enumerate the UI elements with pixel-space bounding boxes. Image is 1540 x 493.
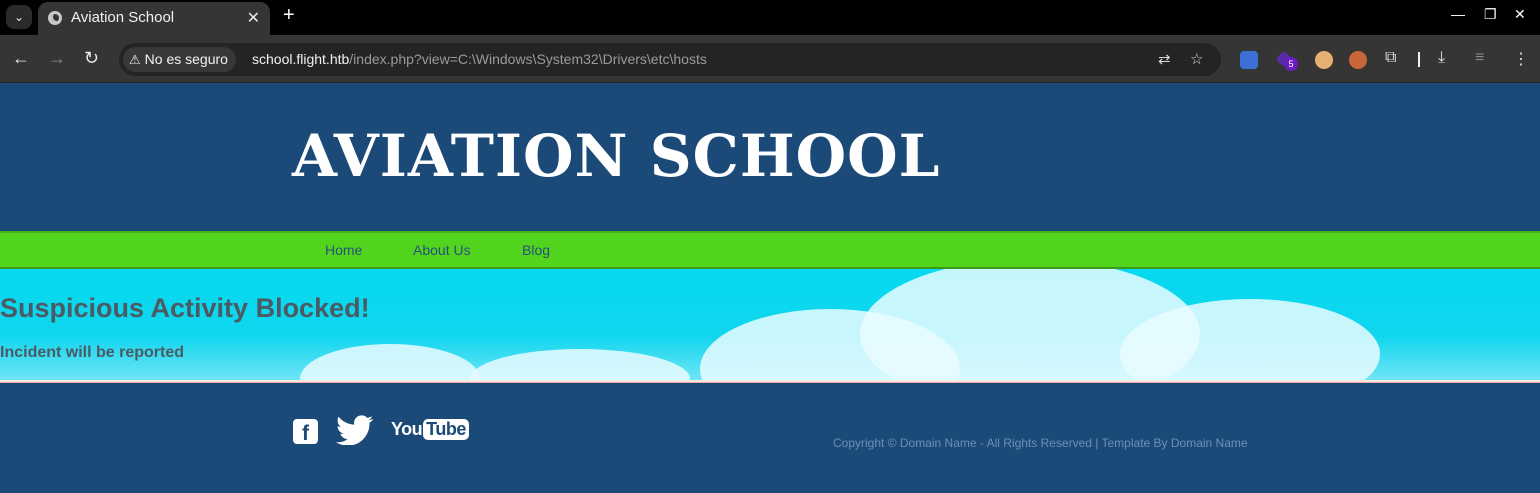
translate-icon[interactable]: ⇄: [1158, 50, 1171, 68]
minimize-icon[interactable]: —: [1451, 6, 1465, 22]
web-page: AVIATION SCHOOL Home About Us Blog Suspi…: [0, 84, 1540, 493]
download-icon[interactable]: ⤓: [1438, 49, 1445, 67]
url-text[interactable]: school.flight.htb/index.php?view=C:\Wind…: [252, 51, 707, 67]
security-label: No es seguro: [144, 51, 228, 67]
tab-title: Aviation School: [71, 9, 175, 26]
tab-strip: ⌄ Aviation School ✕ + — ❐ ✕: [0, 0, 1540, 35]
site-footer: f You Tube Copyright © Domain Name - All …: [0, 383, 1540, 493]
main-nav: Home About Us Blog: [0, 231, 1540, 269]
warning-icon: ⚠: [129, 52, 141, 67]
cloud: [300, 344, 480, 380]
close-window-icon[interactable]: ✕: [1514, 6, 1526, 23]
cloud: [470, 349, 690, 380]
tab-search-button[interactable]: ⌄: [6, 5, 32, 29]
bookmark-star-icon[interactable]: ☆: [1190, 50, 1203, 68]
menu-icon[interactable]: ⋮: [1513, 49, 1529, 69]
close-tab-icon[interactable]: ✕: [247, 8, 260, 28]
security-chip[interactable]: ⚠ No es seguro: [123, 47, 236, 72]
copyright-text: Copyright © Domain Name - All Rights Res…: [833, 436, 1248, 450]
facebook-icon[interactable]: f: [293, 419, 318, 445]
address-bar[interactable]: ⚠ No es seguro school.flight.htb/index.ph…: [119, 43, 1221, 76]
youtube-icon[interactable]: You Tube: [391, 419, 469, 440]
tab-aviation-school[interactable]: Aviation School ✕: [38, 2, 270, 35]
new-tab-button[interactable]: +: [283, 4, 295, 27]
hero-banner: Suspicious Activity Blocked! Incident wi…: [0, 269, 1540, 380]
alert-heading: Suspicious Activity Blocked!: [0, 293, 370, 323]
profile-icon[interactable]: ≡: [1475, 49, 1484, 67]
nav-about-us[interactable]: About Us: [413, 242, 471, 258]
restore-icon[interactable]: ❐: [1484, 6, 1497, 23]
site-title: AVIATION SCHOOL: [292, 122, 941, 190]
back-icon[interactable]: ←: [12, 48, 30, 68]
twitter-icon[interactable]: [336, 415, 374, 450]
reload-icon[interactable]: ↻: [84, 48, 99, 68]
nav-blog[interactable]: Blog: [522, 242, 550, 258]
browser-toolbar: ← → ↻ ⚠ No es seguro school.flight.htb/in…: [0, 35, 1540, 83]
cookie-extension-icon[interactable]: [1315, 51, 1333, 69]
globe-icon: [48, 11, 62, 25]
cookie-editor-icon[interactable]: [1349, 51, 1367, 69]
nav-home[interactable]: Home: [325, 242, 362, 258]
alert-message: Incident will be reported: [0, 344, 185, 361]
site-header: AVIATION SCHOOL: [0, 84, 1540, 231]
extension-badge: 5: [1284, 57, 1298, 71]
forward-icon[interactable]: →: [48, 48, 66, 68]
puzzle-icon[interactable]: ⧉: [1385, 49, 1396, 67]
translate-extension-icon[interactable]: [1240, 51, 1258, 69]
toolbar-separator: [1418, 52, 1420, 67]
